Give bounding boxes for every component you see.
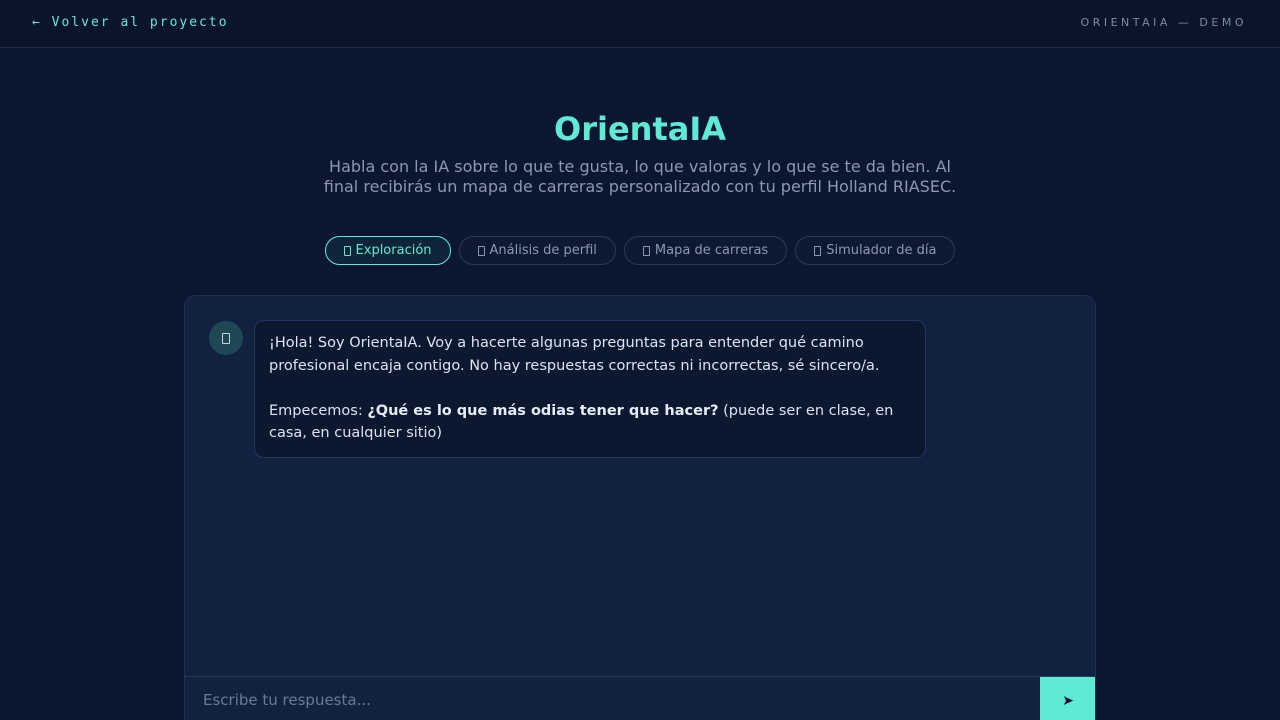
message-paragraph: Empecemos: ¿Qué es lo que más odias tene… <box>269 400 911 445</box>
back-to-project-link[interactable]: ← Volver al proyecto <box>32 15 229 30</box>
message-lead: Empecemos: <box>269 402 368 419</box>
tab-label: Exploración <box>355 243 432 258</box>
page-title: OrientaIA <box>554 110 726 148</box>
tab-simulador-de-dia[interactable]: Simulador de día <box>795 236 956 265</box>
message-question: ¿Qué es lo que más odias tener que hacer… <box>367 402 719 419</box>
tab-icon <box>343 245 351 256</box>
tab-icon <box>642 245 650 256</box>
bot-message-bubble: ¡Hola! Soy OrientaIA. Voy a hacerte algu… <box>254 320 926 458</box>
chat-panel: ¡Hola! Soy OrientaIA. Voy a hacerte algu… <box>184 295 1096 720</box>
chat-input-bar: ➤ <box>185 676 1095 720</box>
tab-exploracion[interactable]: Exploración <box>324 236 451 265</box>
bot-avatar <box>209 321 243 355</box>
chat-answer-input[interactable] <box>185 677 1040 720</box>
page-subtitle: Habla con la IA sobre lo que te gusta, l… <box>323 157 957 196</box>
tab-analisis-de-perfil[interactable]: Análisis de perfil <box>458 236 616 265</box>
tab-label: Mapa de carreras <box>654 243 769 258</box>
send-arrow-icon: ➤ <box>1062 691 1074 708</box>
bot-icon <box>222 332 230 344</box>
tab-mapa-de-carreras[interactable]: Mapa de carreras <box>623 236 788 265</box>
top-bar: ← Volver al proyecto ORIENTAIA — DEMO <box>0 0 1280 48</box>
message-paragraph: ¡Hola! Soy OrientaIA. Voy a hacerte algu… <box>269 335 880 374</box>
tab-icon <box>477 245 485 256</box>
tab-label: Simulador de día <box>826 243 937 258</box>
tab-icon <box>814 245 822 256</box>
tab-bar: Exploración Análisis de perfil Mapa de c… <box>0 236 1280 265</box>
send-button[interactable]: ➤ <box>1040 677 1095 720</box>
brand-tag: ORIENTAIA — DEMO <box>1080 16 1247 29</box>
tab-label: Análisis de perfil <box>489 243 597 258</box>
